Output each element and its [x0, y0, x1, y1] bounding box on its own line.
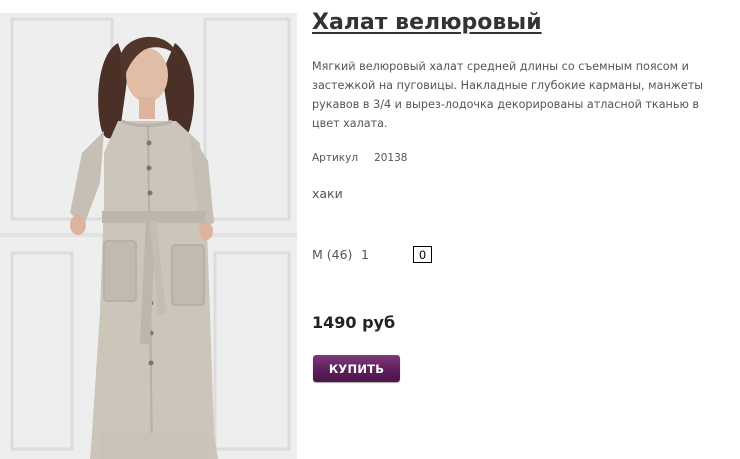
product-description: Мягкий велюровый халат средней длины со … — [312, 60, 704, 130]
product-page: Халат велюровый Мягкий велюровый халат с… — [0, 0, 740, 459]
sku-label: Артикул — [312, 152, 359, 164]
sku-value: 20138 — [374, 152, 408, 164]
robe-model-image — [0, 13, 297, 459]
size-label: M (46) — [312, 247, 353, 262]
stock-count: 1 — [361, 247, 369, 262]
color-value: хаки — [312, 186, 343, 201]
quantity-input[interactable] — [413, 246, 432, 263]
buy-button[interactable]: КУПИТЬ — [313, 355, 400, 382]
product-photo[interactable] — [0, 13, 297, 459]
product-title[interactable]: Халат велюровый — [312, 10, 542, 35]
price: 1490 руб — [312, 313, 396, 332]
sku-row: Артикул 20138 — [312, 152, 407, 164]
